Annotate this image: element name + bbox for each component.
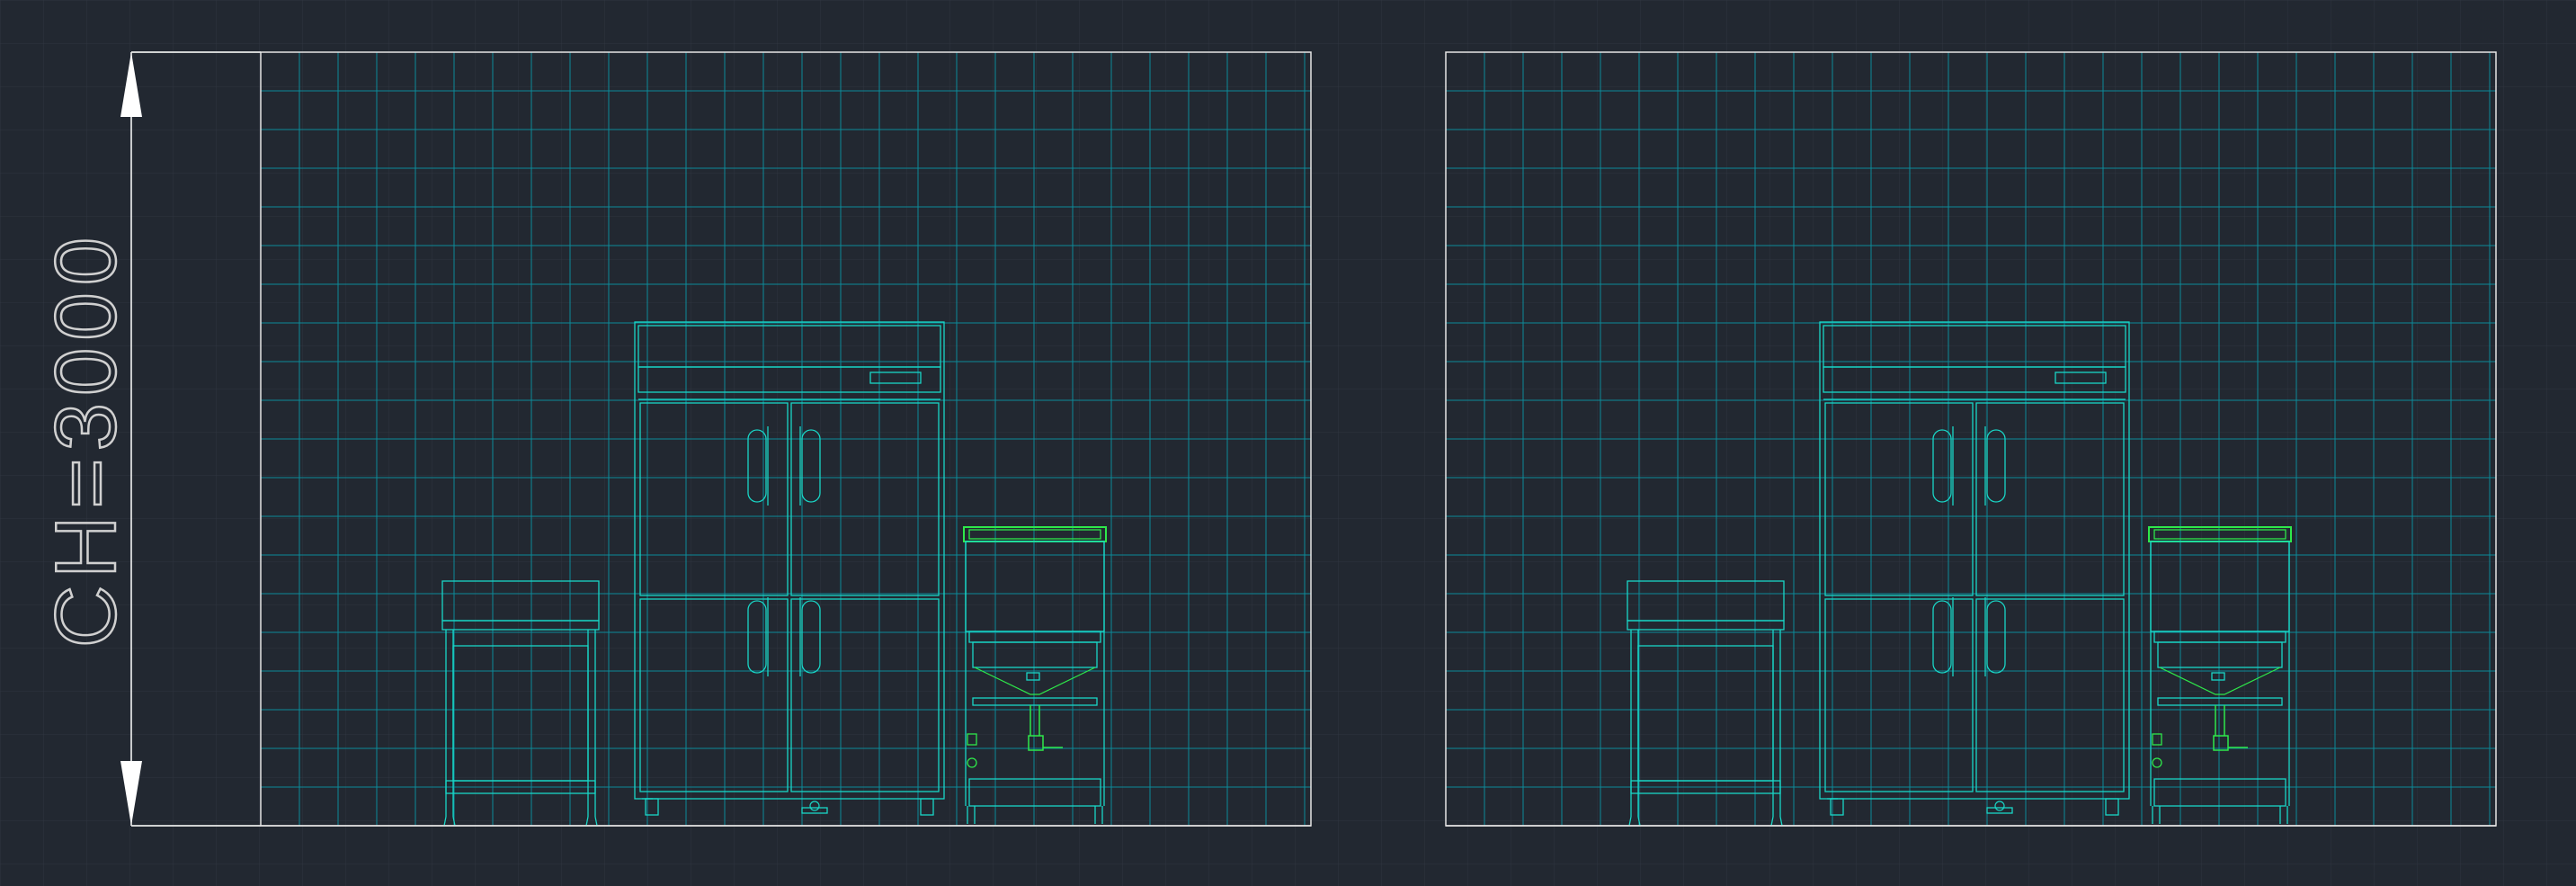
cad-canvas[interactable]: CH=3000: [0, 0, 2576, 886]
tile-grid[interactable]: [1446, 52, 2496, 826]
elevation-view-left[interactable]: [131, 51, 1312, 827]
elevation-view-right[interactable]: [1445, 51, 2497, 827]
dimension-label: CH=3000: [38, 230, 134, 648]
background-grid: [0, 0, 2576, 886]
cad-drawing-svg[interactable]: CH=3000: [0, 0, 2576, 886]
tile-grid[interactable]: [261, 52, 1311, 826]
